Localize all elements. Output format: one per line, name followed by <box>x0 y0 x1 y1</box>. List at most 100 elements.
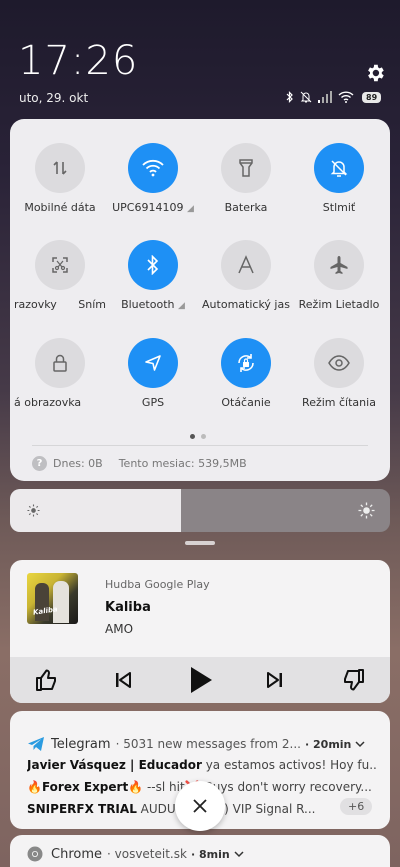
tile-rotation[interactable]: Otáčanie <box>200 338 292 409</box>
tile-auto-brightness[interactable]: Automatický jas <box>200 240 292 311</box>
location-icon[interactable] <box>128 338 178 388</box>
track-artist: AMO <box>105 622 134 636</box>
data-usage[interactable]: ? Dnes: 0B Tento mesiac: 539,5MB <box>32 456 247 471</box>
mute-bell-icon[interactable] <box>314 143 364 193</box>
status-area: 17:26 uto, 29. okt 89 <box>0 0 400 115</box>
chevron-down-icon[interactable] <box>234 850 244 858</box>
tile-label: Bluetooth ◢ <box>121 298 185 311</box>
data-month: Tento mesiac: 539,5MB <box>118 457 247 470</box>
notification-header: Telegram · 5031 new messages from 2... ·… <box>27 736 365 752</box>
bluetooth-label: Bluetooth <box>121 298 175 311</box>
more-messages-badge[interactable]: +6 <box>340 798 373 815</box>
tile-flashlight[interactable]: Baterka <box>200 143 292 214</box>
next-button[interactable] <box>262 657 288 703</box>
system-icons: 89 <box>286 91 382 103</box>
help-icon: ? <box>32 456 47 471</box>
brightness-low-icon <box>27 504 40 517</box>
notification-site: · vosveteit.sk <box>107 847 187 861</box>
message-sender: 🔥Forex Expert🔥 <box>27 780 144 794</box>
brightness-high-icon <box>358 502 375 519</box>
tile-label: Automatický jas <box>202 298 290 311</box>
notification-time: · 8min <box>190 847 230 861</box>
wifi-network-name: UPC6914109 <box>112 201 184 214</box>
message-text: AUDUSD (Act.) VIP Signal R... <box>136 802 316 816</box>
telegram-icon <box>28 737 44 751</box>
clock[interactable]: 17:26 <box>18 38 138 84</box>
page-indicator[interactable] <box>190 434 206 439</box>
tile-label: Baterka <box>224 201 268 214</box>
chrome-icon <box>27 846 43 862</box>
app-name: Telegram <box>51 736 111 752</box>
notification-header: Chrome · vosveteit.sk · 8min <box>27 846 244 862</box>
chrome-notification[interactable]: Chrome · vosveteit.sk · 8min <box>10 835 390 867</box>
tile-wifi[interactable]: UPC6914109 ◢ <box>107 143 199 214</box>
tile-screenshot[interactable]: razovky Sním <box>14 240 106 311</box>
thumbs-up-button[interactable] <box>30 657 64 703</box>
eye-icon[interactable] <box>314 338 364 388</box>
message-text: --sl hit❌ Guys don't worry recovery... <box>143 780 372 794</box>
close-icon <box>193 799 207 813</box>
data-today: Dnes: 0B <box>53 457 103 470</box>
previous-button[interactable] <box>110 657 136 703</box>
tile-label: á obrazovka <box>14 396 82 409</box>
tile-label-part: razovky <box>14 298 57 311</box>
app-name: Chrome <box>51 846 102 862</box>
tile-label-part: Sním <box>78 298 106 311</box>
bluetooth-icon[interactable] <box>128 240 178 290</box>
thumbs-up-icon <box>36 669 56 691</box>
battery-indicator: 89 <box>362 91 382 103</box>
tile-label: Režim čítania <box>302 396 376 409</box>
tile-airplane[interactable]: Režim Lietadlo <box>293 240 385 311</box>
play-button[interactable] <box>186 657 216 703</box>
thumbs-down-button[interactable] <box>336 657 370 703</box>
play-icon <box>191 667 212 693</box>
airplane-icon[interactable] <box>314 240 364 290</box>
media-controls <box>10 657 390 703</box>
tile-mute[interactable]: Stlmiť <box>293 143 385 214</box>
tile-mobile-data[interactable]: Mobilné dáta <box>14 143 106 214</box>
message-line: Javier Vásquez | Educador ya estamos act… <box>27 758 377 772</box>
tile-label: GPS <box>141 396 165 409</box>
mute-status-icon <box>300 91 312 103</box>
wifi-icon[interactable] <box>128 143 178 193</box>
rotation-icon[interactable] <box>221 338 271 388</box>
wifi-status-icon <box>338 91 354 103</box>
message-sender: Javier Vásquez | Educador <box>27 758 202 772</box>
tile-label: Otáčanie <box>221 396 271 409</box>
tile-lock-screen[interactable]: á obrazovka <box>14 338 106 409</box>
page-dot[interactable] <box>201 434 206 439</box>
screenshot-icon[interactable] <box>35 240 85 290</box>
date[interactable]: uto, 29. okt <box>19 91 88 105</box>
notification-app-name: Hudba Google Play <box>105 578 210 591</box>
divider <box>32 445 368 446</box>
mobile-data-icon[interactable] <box>35 143 85 193</box>
music-notification[interactable]: Kaliba Hudba Google Play Kaliba AMO <box>10 560 390 703</box>
notification-time: · 20min <box>305 737 352 751</box>
quick-settings-panel: Mobilné dáta UPC6914109 ◢ Baterka Stlmiť… <box>10 119 390 481</box>
signal-icon <box>318 91 332 103</box>
album-art: Kaliba <box>27 573 78 624</box>
bluetooth-status-icon <box>286 91 293 103</box>
page-dot-active[interactable] <box>190 434 195 439</box>
gear-icon[interactable] <box>364 62 386 84</box>
thumbs-down-icon <box>344 669 364 691</box>
message-sender: SNIPERFX TRIAL <box>27 802 137 816</box>
tile-reading-mode[interactable]: Režim čítania <box>293 338 385 409</box>
notification-summary: · 5031 new messages from 2... <box>115 737 301 751</box>
drag-handle[interactable] <box>185 541 215 545</box>
flashlight-icon[interactable] <box>221 143 271 193</box>
chevron-down-icon[interactable] <box>355 740 365 748</box>
clear-all-button[interactable] <box>175 781 225 831</box>
tile-label: UPC6914109 ◢ <box>112 201 194 214</box>
brightness-slider[interactable] <box>10 489 390 532</box>
auto-brightness-icon[interactable] <box>221 240 271 290</box>
tile-label: razovky Sním <box>14 298 106 311</box>
tile-bluetooth[interactable]: Bluetooth ◢ <box>107 240 199 311</box>
tile-label: Stlmiť <box>322 201 356 214</box>
previous-icon <box>116 672 131 688</box>
tile-gps[interactable]: GPS <box>107 338 199 409</box>
tile-label: Mobilné dáta <box>24 201 96 214</box>
tile-label: Režim Lietadlo <box>298 298 380 311</box>
next-icon <box>267 672 282 688</box>
lock-icon[interactable] <box>35 338 85 388</box>
